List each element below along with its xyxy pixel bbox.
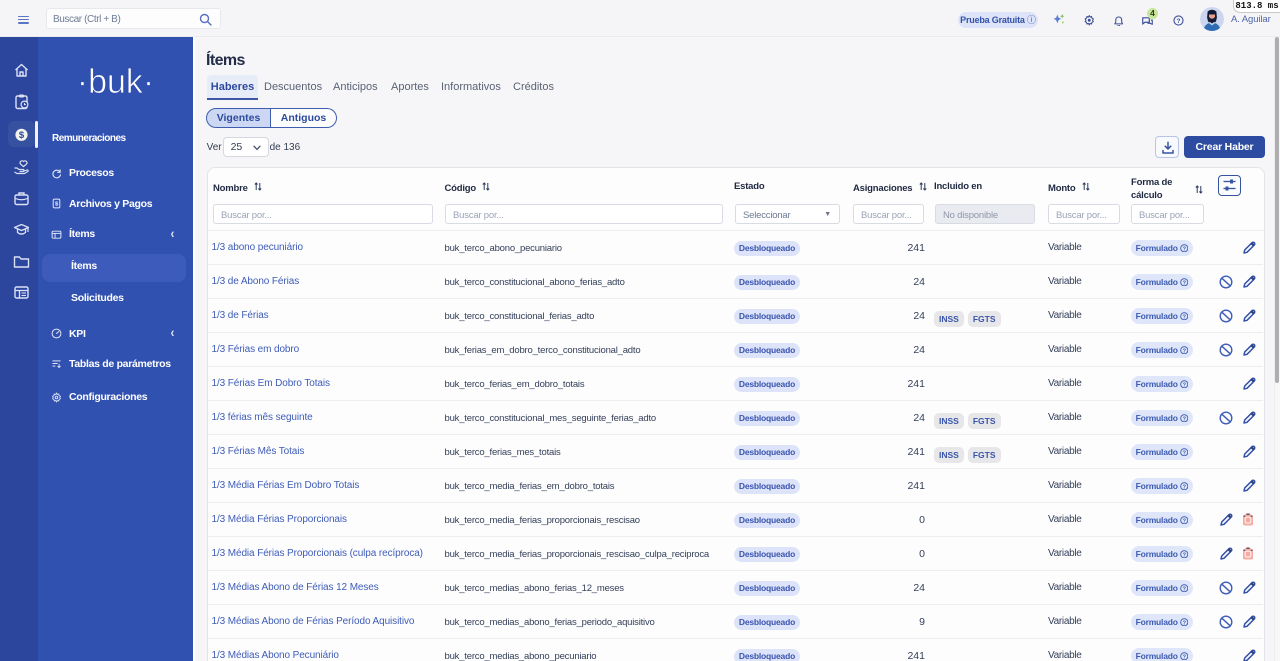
svg-text:?: ? bbox=[1176, 18, 1180, 25]
svg-text:$: $ bbox=[55, 202, 59, 208]
svg-text:$: $ bbox=[19, 130, 25, 141]
